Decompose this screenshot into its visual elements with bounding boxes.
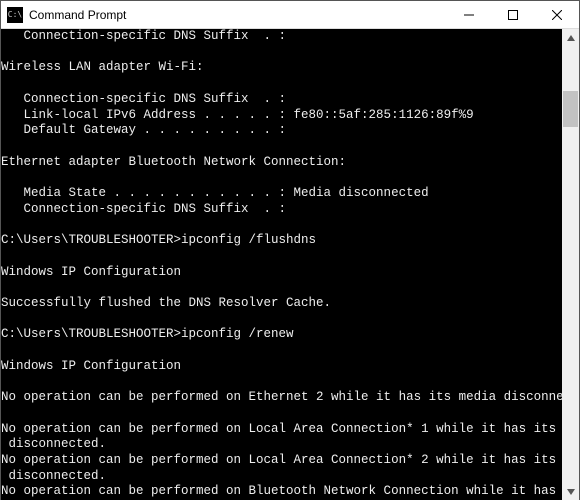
terminal-line	[1, 406, 562, 422]
terminal-line	[1, 280, 562, 296]
terminal-line: Default Gateway . . . . . . . . . :	[1, 123, 562, 139]
terminal-line: Successfully flushed the DNS Resolver Ca…	[1, 296, 562, 312]
terminal-line	[1, 139, 562, 155]
client-area: Connection-specific DNS Suffix . : Wirel…	[1, 29, 579, 500]
terminal-line	[1, 343, 562, 359]
maximize-button[interactable]	[491, 1, 535, 29]
minimize-button[interactable]	[447, 1, 491, 29]
terminal-line	[1, 76, 562, 92]
terminal-line	[1, 45, 562, 61]
terminal-line	[1, 312, 562, 328]
terminal-line: No operation can be performed on Local A…	[1, 422, 562, 438]
command-prompt-window: C:\ Command Prompt Connection-specific D…	[0, 0, 580, 500]
terminal-line: Connection-specific DNS Suffix . :	[1, 92, 562, 108]
terminal-line: C:\Users\TROUBLESHOOTER>ipconfig /renew	[1, 327, 562, 343]
terminal-line	[1, 374, 562, 390]
terminal-line: Windows IP Configuration	[1, 359, 562, 375]
terminal-output[interactable]: Connection-specific DNS Suffix . : Wirel…	[1, 29, 562, 500]
terminal-line: Media State . . . . . . . . . . . : Medi…	[1, 186, 562, 202]
terminal-line: Windows IP Configuration	[1, 265, 562, 281]
terminal-line	[1, 170, 562, 186]
terminal-line: Wireless LAN adapter Wi-Fi:	[1, 60, 562, 76]
terminal-line: C:\Users\TROUBLESHOOTER>ipconfig /flushd…	[1, 233, 562, 249]
terminal-line: Connection-specific DNS Suffix . :	[1, 29, 562, 45]
terminal-line: No operation can be performed on Bluetoo…	[1, 484, 562, 500]
terminal-line	[1, 249, 562, 265]
terminal-line: Connection-specific DNS Suffix . :	[1, 202, 562, 218]
terminal-line: No operation can be performed on Etherne…	[1, 390, 562, 406]
window-title: Command Prompt	[29, 8, 126, 22]
terminal-line: Ethernet adapter Bluetooth Network Conne…	[1, 155, 562, 171]
terminal-line: Link-local IPv6 Address . . . . . : fe80…	[1, 108, 562, 124]
scroll-down-button[interactable]	[562, 483, 579, 500]
scroll-thumb[interactable]	[563, 91, 578, 127]
terminal-line: disconnected.	[1, 437, 562, 453]
app-icon-text: C:\	[8, 11, 22, 19]
titlebar[interactable]: C:\ Command Prompt	[1, 1, 579, 29]
terminal-line: disconnected.	[1, 469, 562, 485]
app-icon: C:\	[7, 7, 23, 23]
terminal-line: No operation can be performed on Local A…	[1, 453, 562, 469]
vertical-scrollbar[interactable]	[562, 29, 579, 500]
close-button[interactable]	[535, 1, 579, 29]
terminal-line	[1, 217, 562, 233]
scroll-up-button[interactable]	[562, 29, 579, 46]
